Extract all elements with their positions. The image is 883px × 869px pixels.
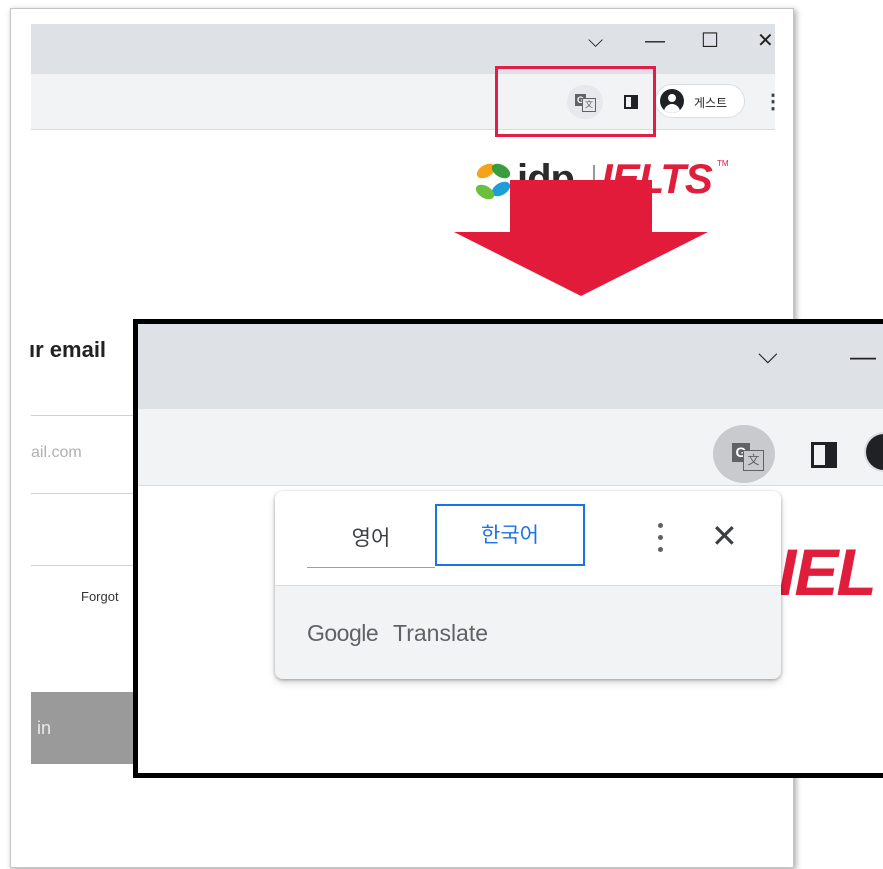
highlight-box	[495, 66, 656, 137]
google-wordmark: Google	[307, 620, 379, 646]
email-field-bottom-border	[31, 493, 141, 494]
close-window-button[interactable]: ✕	[757, 31, 774, 51]
password-field[interactable]	[31, 565, 141, 566]
maximize-button[interactable]: ☐	[701, 31, 719, 51]
tab-source-language[interactable]: 영어	[307, 509, 435, 567]
zoomed-inset: ⌵ — G文 IEL 영어 한국어 ✕ Google Translate	[133, 319, 883, 778]
login-button-label: in	[37, 718, 52, 738]
tab-target-language[interactable]: 한국어	[435, 504, 585, 566]
tab-search-chevron-icon[interactable]: ⌵	[588, 31, 603, 51]
email-field-top-border	[31, 415, 141, 416]
popup-footer: Google Translate	[275, 585, 781, 679]
translate-wordmark: Translate	[393, 620, 489, 646]
login-button[interactable]: in	[31, 692, 141, 764]
inset-toolbar-divider	[138, 485, 883, 486]
inset-side-panel-icon[interactable]	[811, 442, 837, 468]
avatar-icon	[660, 89, 684, 113]
forgot-link[interactable]: Forgot	[81, 589, 119, 604]
more-options-icon[interactable]	[651, 521, 671, 555]
inset-tab-search-chevron-icon[interactable]: ⌵	[758, 341, 778, 367]
email-heading: ır email	[29, 337, 107, 362]
guest-profile-button[interactable]: 게스트	[655, 84, 745, 118]
email-field[interactable]: ail.com	[31, 444, 82, 462]
guest-label: 게스트	[694, 96, 728, 110]
translate-icon: G文	[732, 443, 764, 471]
red-down-arrow	[454, 180, 708, 296]
translate-popup: 영어 한국어 ✕ Google Translate	[275, 491, 781, 679]
toolbar-divider	[31, 129, 775, 130]
inset-minimize-button[interactable]: —	[850, 343, 876, 369]
minimize-button[interactable]: —	[645, 31, 665, 51]
tab-underline	[307, 567, 435, 568]
inset-translate-page-button[interactable]: G文	[713, 425, 775, 483]
close-icon[interactable]: ✕	[711, 519, 738, 553]
trademark-mark: TM	[717, 159, 729, 168]
inset-ielts-logo-fragment: IEL	[778, 535, 877, 609]
browser-menu-icon[interactable]: ⋮	[763, 92, 783, 112]
